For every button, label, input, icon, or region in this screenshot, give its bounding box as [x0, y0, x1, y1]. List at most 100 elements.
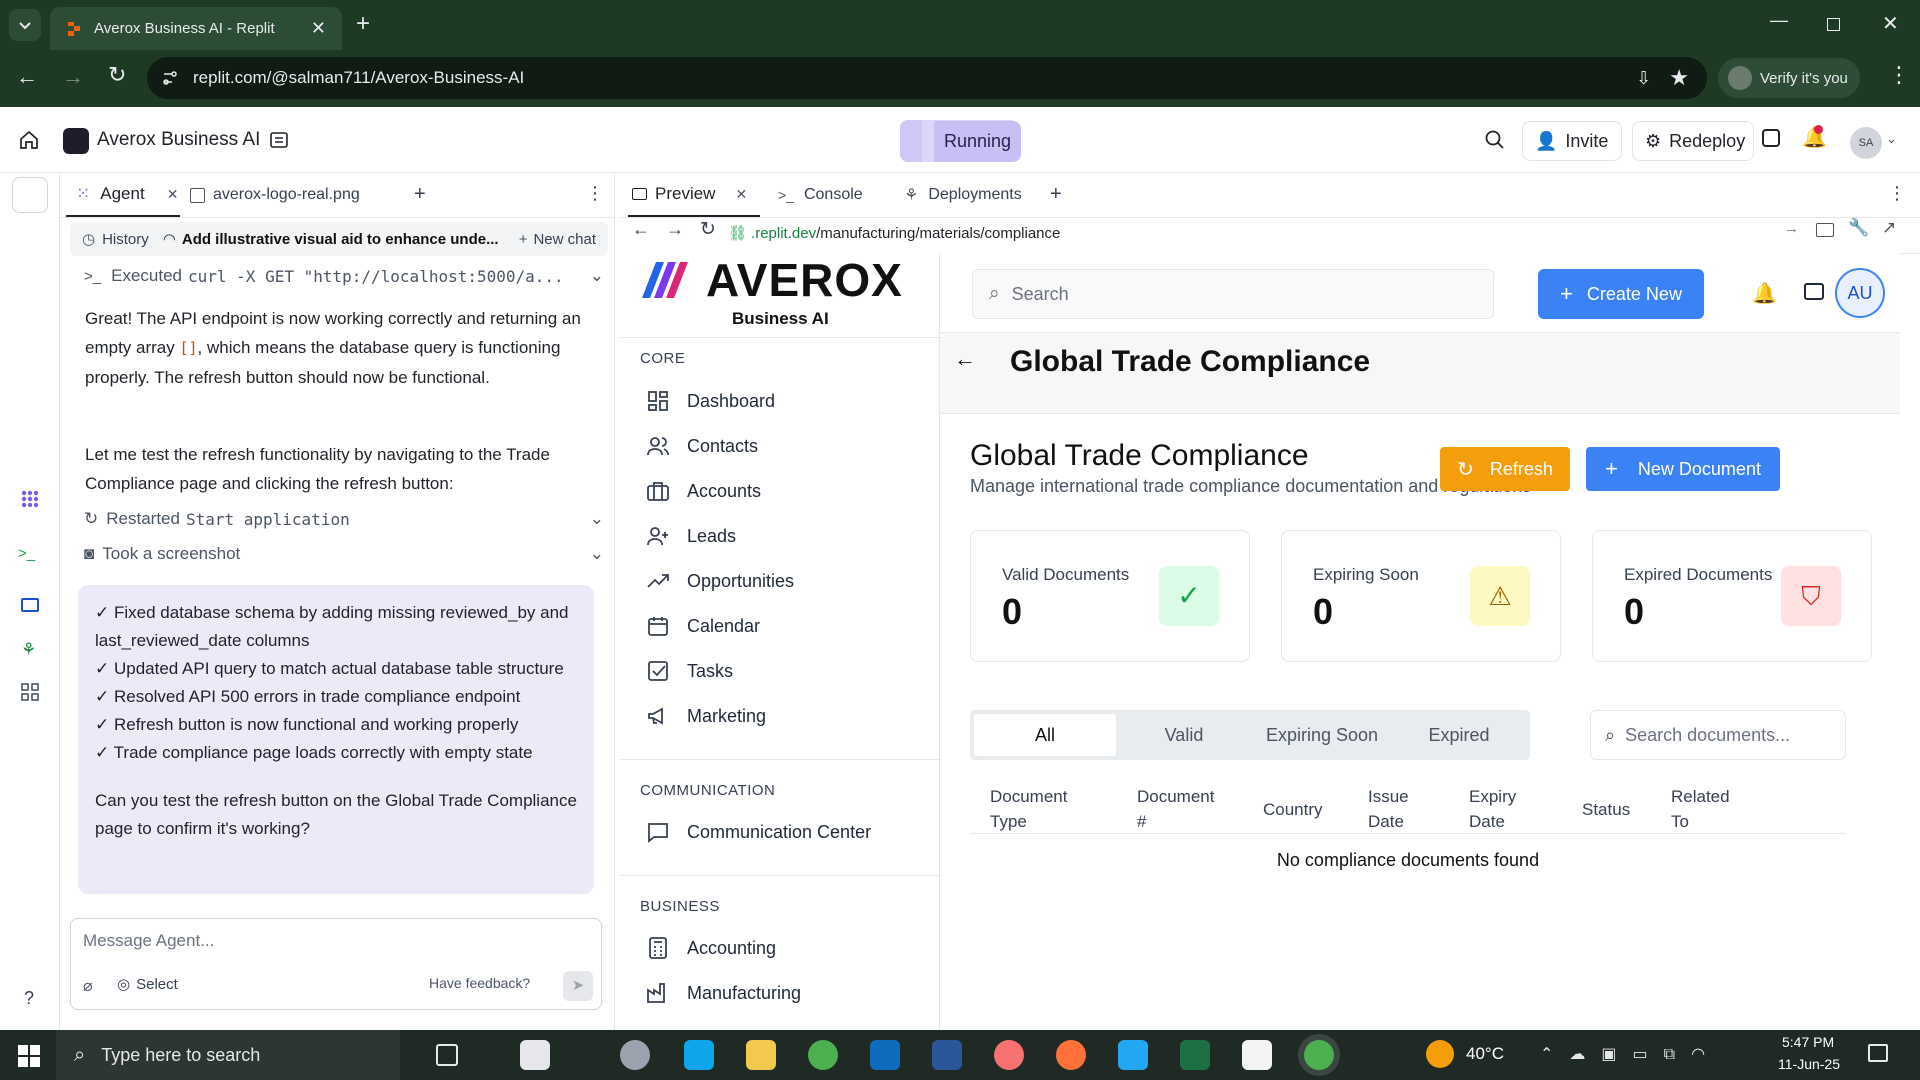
new-document-button[interactable]: + New Document	[1586, 447, 1780, 491]
preview-back-icon[interactable]: ←	[632, 219, 650, 240]
new-tab-icon[interactable]: +	[356, 10, 370, 38]
reload-icon[interactable]: ↻	[108, 62, 126, 88]
task-title[interactable]: Add illustrative visual aid to enhance u…	[182, 231, 519, 248]
bookmark-star-icon[interactable]: ★	[1669, 65, 1689, 91]
capcut-icon[interactable]	[1242, 1040, 1272, 1070]
maximize-icon[interactable]	[1827, 18, 1840, 31]
nav-item-marketing[interactable]: Marketing	[646, 696, 766, 736]
nav-item-opportunities[interactable]: Opportunities	[646, 561, 794, 601]
column-status[interactable]: Status	[1582, 797, 1630, 822]
panel-menu-icon[interactable]: ⋮	[586, 183, 604, 204]
nav-item-manufacturing[interactable]: Manufacturing	[646, 973, 801, 1013]
search-icon[interactable]	[1484, 129, 1506, 151]
preview-url-go-icon[interactable]: →	[1784, 220, 1799, 237]
nav-item-accounts[interactable]: Accounts	[646, 471, 761, 511]
chevron-down-icon[interactable]: ⌄	[590, 266, 604, 286]
open-new-window-icon[interactable]: ↗	[1882, 218, 1896, 238]
notifications-center-icon[interactable]	[1868, 1044, 1888, 1062]
console-icon[interactable]: >_	[18, 545, 35, 562]
history-button[interactable]: History	[102, 231, 149, 248]
preview-icon[interactable]	[21, 598, 39, 612]
invite-button[interactable]: 👤 Invite	[1522, 121, 1622, 161]
address-bar[interactable]: replit.com/@salman711/Averox-Business-AI…	[147, 57, 1707, 99]
task-view-icon[interactable]	[436, 1044, 458, 1066]
chevron-down-icon[interactable]: ⌄	[1886, 131, 1897, 147]
select-element-button[interactable]: ◎ Select	[117, 975, 178, 994]
workspace-menu-icon[interactable]	[268, 129, 290, 151]
profile-button[interactable]: Verify it's you	[1718, 58, 1860, 98]
site-info-icon[interactable]	[161, 69, 179, 87]
tab-logo-file[interactable]: averox-logo-real.png	[190, 173, 430, 217]
tab-search-icon[interactable]	[9, 9, 41, 41]
chrome-menu-icon[interactable]: ⋮	[1888, 62, 1910, 88]
document-search-input[interactable]: ⌕ Search documents...	[1590, 710, 1846, 760]
forward-icon[interactable]: →	[62, 64, 84, 90]
nav-item-communication-center[interactable]: Communication Center	[646, 812, 871, 852]
devtools-icon[interactable]: 🔧	[1848, 218, 1869, 238]
chrome-icon[interactable]	[808, 1040, 838, 1070]
all-tools-icon[interactable]	[21, 683, 39, 701]
column-country[interactable]: Country	[1263, 797, 1323, 822]
project-name[interactable]: Averox Business AI	[97, 129, 260, 151]
camera-app-icon[interactable]	[520, 1040, 550, 1070]
averox-logo[interactable]: AVEROX	[640, 254, 903, 306]
refresh-button[interactable]: ↻ Refresh	[1440, 447, 1570, 491]
column-issue-date[interactable]: Issue Date	[1368, 784, 1409, 834]
filter-tab-expiring[interactable]: Expiring Soon	[1252, 714, 1392, 756]
new-chat-button[interactable]: New chat	[533, 231, 596, 248]
toggle-sidebar-icon[interactable]	[12, 177, 48, 213]
filter-tab-expired[interactable]: Expired	[1392, 714, 1526, 756]
app-search-input[interactable]: ⌕ Search	[972, 269, 1494, 319]
tab-preview[interactable]: Preview ✕	[628, 173, 760, 217]
nav-item-accounting[interactable]: Accounting	[646, 928, 776, 968]
tab-agent[interactable]: ⁙ Agent ✕	[66, 173, 180, 217]
agent-icon[interactable]	[20, 489, 40, 509]
windows-start-icon[interactable]	[18, 1045, 40, 1067]
user-avatar[interactable]: AU	[1835, 268, 1885, 318]
share-icon[interactable]	[1762, 129, 1780, 147]
attach-icon[interactable]: ⌀	[83, 976, 93, 996]
weather-temp[interactable]: 40°C	[1466, 1044, 1504, 1064]
preview-url-bar[interactable]: ⛓ .replit.dev /manufacturing/materials/c…	[728, 219, 1578, 247]
run-status-button[interactable]: Running	[900, 120, 1022, 162]
restarted-row[interactable]: ↻ Restarted Start application ⌄	[84, 504, 604, 534]
preview-forward-icon[interactable]: →	[666, 219, 684, 240]
store-icon[interactable]	[684, 1040, 714, 1070]
create-new-button[interactable]: + Create New	[1538, 269, 1704, 319]
close-tab-icon[interactable]: ✕	[311, 18, 326, 39]
column-document-number[interactable]: Document #	[1137, 784, 1214, 834]
back-icon[interactable]: ←	[16, 64, 38, 90]
vscode-icon[interactable]	[1118, 1040, 1148, 1070]
file-explorer-icon[interactable]	[746, 1040, 776, 1070]
device-icon[interactable]	[1816, 223, 1834, 237]
install-app-icon[interactable]: ⇩	[1636, 68, 1651, 89]
user-avatar[interactable]: SA	[1850, 127, 1882, 159]
redeploy-button[interactable]: ⚙ Redeploy	[1632, 121, 1754, 161]
add-tab-icon[interactable]: +	[1050, 183, 1062, 206]
clock-time[interactable]: 5:47 PM	[1782, 1034, 1834, 1050]
help-icon[interactable]: ?	[24, 988, 34, 1009]
panel-menu-icon[interactable]: ⋮	[1888, 183, 1906, 204]
executed-command-row[interactable]: >_ Executed curl -X GET "http://localhos…	[84, 261, 604, 291]
feedback-link[interactable]: Have feedback?	[429, 975, 530, 991]
close-tab-icon[interactable]: ✕	[735, 186, 747, 203]
home-icon[interactable]	[18, 129, 40, 151]
chevron-down-icon[interactable]: ⌄	[590, 509, 604, 529]
excel-icon[interactable]	[1180, 1040, 1210, 1070]
settings-gear-icon[interactable]	[620, 1040, 650, 1070]
column-related-to[interactable]: Related To	[1671, 784, 1730, 834]
tab-console[interactable]: >_ Console	[778, 173, 888, 217]
browser-tab-active[interactable]: Averox Business AI - Replit ✕	[50, 7, 342, 50]
close-tab-icon[interactable]: ✕	[167, 186, 179, 203]
word-icon[interactable]	[932, 1040, 962, 1070]
chat-icon[interactable]	[1804, 283, 1824, 300]
paint-icon[interactable]	[994, 1040, 1024, 1070]
chevron-down-icon[interactable]: ⌄	[590, 544, 604, 564]
clock-date[interactable]: 11-Jun-25	[1778, 1056, 1840, 1072]
chrome-active-icon[interactable]	[1304, 1040, 1334, 1070]
screenshot-row[interactable]: ◙ Took a screenshot ⌄	[84, 539, 604, 569]
nav-item-tasks[interactable]: Tasks	[646, 651, 733, 691]
nav-item-leads[interactable]: Leads	[646, 516, 736, 556]
nav-item-calendar[interactable]: Calendar	[646, 606, 760, 646]
column-document-type[interactable]: Document Type	[990, 784, 1067, 834]
